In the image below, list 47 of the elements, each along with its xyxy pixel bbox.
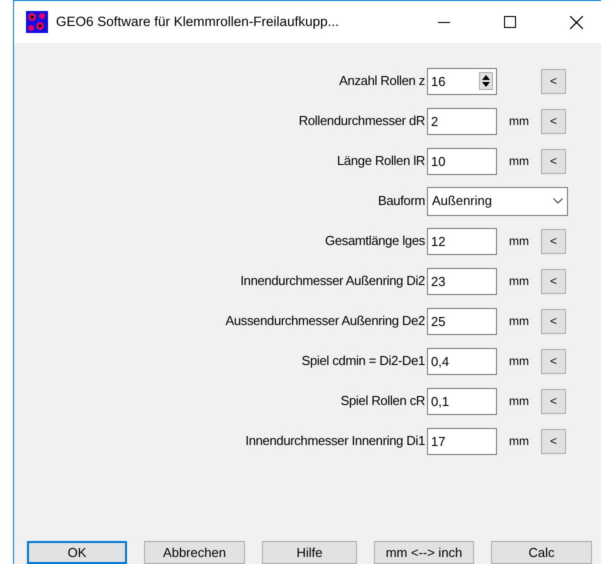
unit-label: mm — [508, 313, 530, 330]
field-label: Innendurchmesser Innenring Di1 — [244, 432, 426, 450]
reset-button[interactable]: < — [541, 428, 566, 454]
app-icon — [26, 11, 48, 33]
input-field[interactable]: 23 — [427, 268, 497, 294]
input-field[interactable]: 0,4 — [427, 348, 497, 374]
field-label: Gesamtlänge lges — [324, 232, 426, 250]
field-label: Spiel cdmin = Di2-De1 — [300, 352, 426, 370]
field-label: Spiel Rollen cR — [340, 392, 426, 410]
reset-button[interactable]: < — [541, 388, 566, 414]
input-field[interactable]: 17 — [427, 428, 497, 454]
input-field[interactable]: 2 — [427, 108, 497, 134]
input-field[interactable]: 12 — [427, 228, 497, 254]
unit-label: mm — [508, 433, 530, 450]
input-field[interactable]: 0,1 — [427, 388, 497, 414]
unit-label: mm — [508, 233, 530, 250]
unit-label: mm — [508, 113, 530, 130]
reset-button[interactable]: < — [541, 108, 566, 134]
dialog-button[interactable]: Abbrechen — [144, 541, 245, 564]
spin-arrows-icon[interactable] — [479, 72, 493, 90]
unit-label: mm — [508, 353, 530, 370]
dialog-button[interactable]: Calc — [491, 541, 592, 564]
unit-label: mm — [508, 273, 530, 290]
reset-button[interactable]: < — [541, 268, 566, 294]
unit-label: mm — [508, 393, 530, 410]
field-label: Bauform — [376, 192, 426, 210]
reset-button[interactable]: < — [541, 148, 566, 174]
dialog-button[interactable]: Hilfe — [262, 541, 357, 564]
maximize-icon[interactable] — [504, 16, 516, 28]
dialog-button[interactable]: OK — [27, 541, 127, 564]
field-label: Innendurchmesser Außenring Di2 — [239, 272, 426, 290]
unit-label: mm — [508, 153, 530, 170]
reset-button[interactable]: < — [541, 308, 566, 334]
field-label: Länge Rollen lR — [336, 152, 426, 170]
window-title: GEO6 Software für Klemmrollen-Freilaufkupp... — [56, 12, 339, 31]
reset-button[interactable]: < — [541, 348, 566, 374]
close-icon[interactable] — [570, 16, 582, 28]
field-label: Rollendurchmesser dR — [298, 112, 426, 130]
field-label: Aussendurchmesser Außenring De2 — [224, 312, 426, 330]
input-field[interactable]: 25 — [427, 308, 497, 334]
field-label: Anzahl Rollen z — [338, 72, 426, 90]
dialog-button[interactable]: mm <--> inch — [374, 541, 474, 564]
reset-button[interactable]: < — [541, 68, 566, 94]
chevron-icon — [553, 198, 563, 204]
reset-button[interactable]: < — [541, 228, 566, 254]
dropdown[interactable]: Außenring — [427, 186, 568, 216]
input-field[interactable]: 10 — [427, 148, 497, 174]
